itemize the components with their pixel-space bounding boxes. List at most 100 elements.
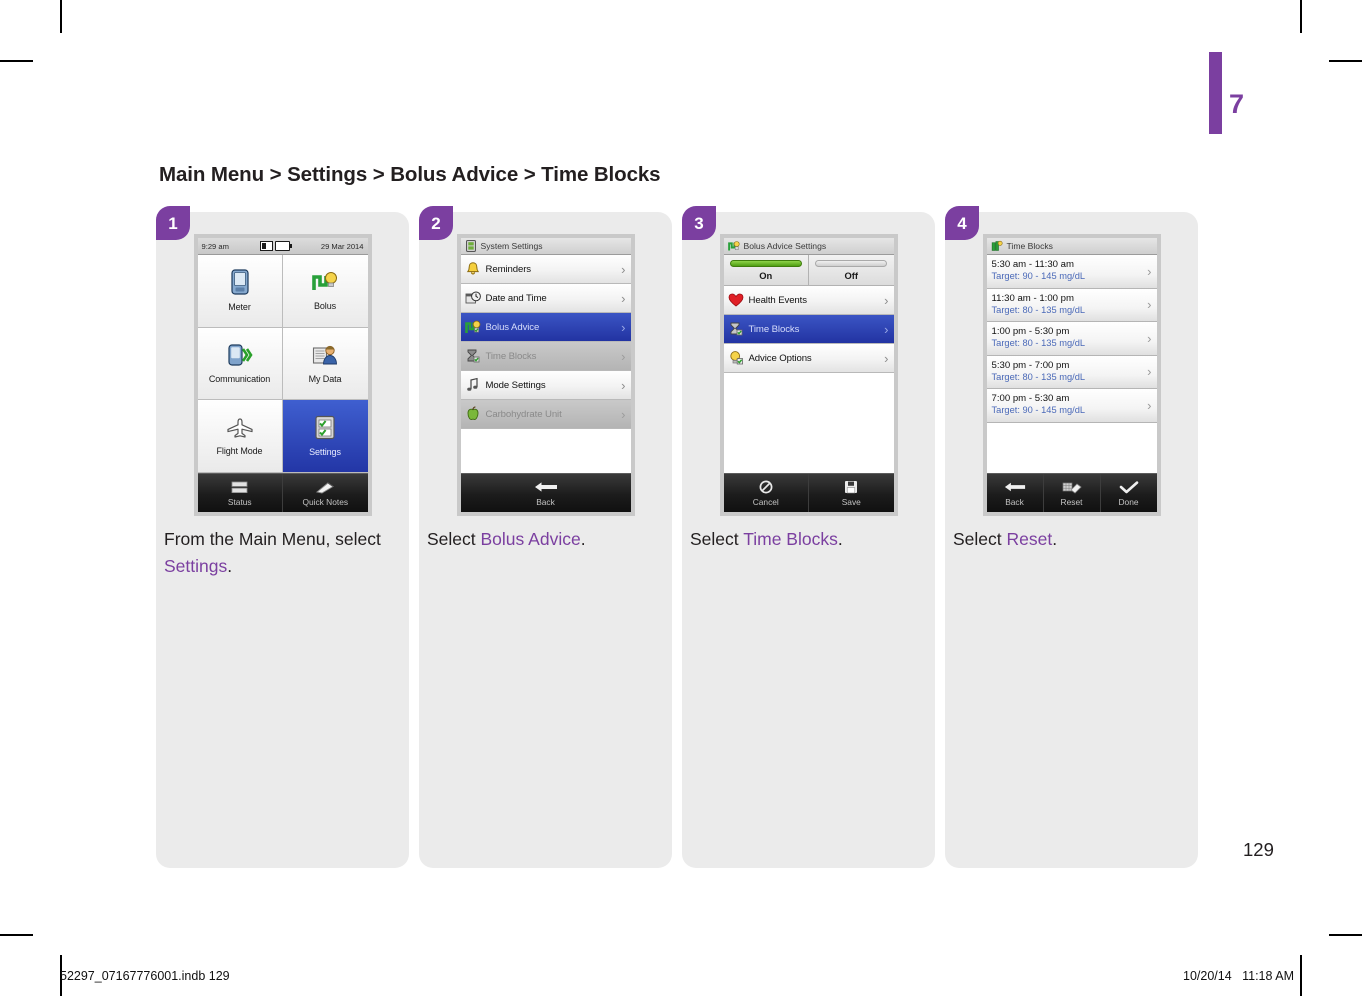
- chevron-right-icon: ›: [621, 348, 626, 364]
- caption-highlight: Bolus Advice: [480, 529, 581, 549]
- menu-tile-label: Communication: [208, 373, 271, 384]
- footer-time: 11:18 AM: [1242, 969, 1294, 983]
- caption-period: .: [837, 529, 843, 549]
- crop-mark-bottom-right-horizontal: [1329, 934, 1362, 936]
- time-block-text: 1:00 pm - 5:30 pm Target: 80 - 135 mg/dL: [992, 326, 1148, 350]
- toolbar-button-done[interactable]: Done: [1101, 474, 1157, 512]
- list-row-reminders[interactable]: Reminders ›: [460, 255, 631, 284]
- menu-tile-communication[interactable]: Communication: [197, 327, 283, 401]
- screen-header: System Settings: [460, 238, 631, 255]
- reset-eraser-icon: [1062, 480, 1082, 495]
- bell-icon: [465, 261, 481, 277]
- system-settings-icon: [465, 240, 477, 252]
- list-row-bolus-advice[interactable]: Bolus Advice ›: [460, 313, 631, 342]
- toolbar-button-status[interactable]: Status: [198, 474, 283, 512]
- toolbar-button-back[interactable]: Back: [461, 474, 631, 512]
- toolbar-button-cancel[interactable]: Cancel: [724, 474, 809, 512]
- screen-header: Bolus Advice Settings: [723, 238, 894, 255]
- menu-tile-my-data[interactable]: My Data: [282, 327, 368, 401]
- time-block-row[interactable]: 11:30 am - 1:00 pm Target: 80 - 135 mg/d…: [986, 288, 1157, 322]
- menu-tile-meter[interactable]: Meter: [197, 255, 283, 328]
- step-panel-4: 4 Time Blocks 5:30 am - 11:30 am Target:…: [945, 206, 1198, 868]
- bolus-bulb-icon: [312, 270, 338, 298]
- caption-highlight: Reset: [1006, 529, 1053, 549]
- toolbar-button-reset[interactable]: Reset: [1044, 474, 1101, 512]
- list-row-label: Mode Settings: [485, 379, 546, 391]
- time-block-row[interactable]: 5:30 pm - 7:00 pm Target: 80 - 135 mg/dL…: [986, 355, 1157, 389]
- toolbar-button-label: Done: [1118, 496, 1139, 507]
- bolus-advice-toggle: On Off: [723, 255, 894, 286]
- time-block-row[interactable]: 7:00 pm - 5:30 am Target: 90 - 145 mg/dL…: [986, 389, 1157, 423]
- list-row-time-blocks[interactable]: Time Blocks ›: [723, 315, 894, 344]
- list-row-advice-options[interactable]: Advice Options ›: [723, 344, 894, 373]
- toggle-on-indicator: [729, 259, 802, 267]
- meter-device-icon: [229, 269, 251, 299]
- step-caption-3: Select Time Blocks.: [690, 526, 925, 553]
- time-block-row[interactable]: 5:30 am - 11:30 am Target: 90 - 145 mg/d…: [986, 255, 1157, 289]
- device-screenshot-1: 9:29 am 29 Mar 2014 Meter Bolus Communic…: [193, 234, 372, 516]
- list-row-carbohydrate-unit[interactable]: Carbohydrate Unit ›: [460, 400, 631, 429]
- status-bars-icon: [231, 480, 248, 495]
- time-block-text: 11:30 am - 1:00 pm Target: 80 - 135 mg/d…: [992, 293, 1148, 317]
- time-blocks-list: 5:30 am - 11:30 am Target: 90 - 145 mg/d…: [986, 255, 1157, 473]
- time-block-row[interactable]: 1:00 pm - 5:30 pm Target: 80 - 135 mg/dL…: [986, 322, 1157, 356]
- chevron-right-icon: ›: [884, 350, 889, 366]
- chevron-right-icon: ›: [1147, 397, 1152, 413]
- status-time: 9:29 am: [201, 241, 229, 251]
- device-toolbar: Status Quick Notes: [197, 473, 368, 512]
- status-icons: [259, 241, 293, 251]
- toggle-on-label: On: [759, 269, 773, 281]
- chapter-number: 7: [1229, 89, 1244, 119]
- save-disk-icon: [844, 480, 858, 495]
- main-menu-grid: Meter Bolus Communication My Data Flight…: [197, 255, 368, 473]
- device-toolbar: Cancel Save: [723, 473, 894, 512]
- device-screenshot-4: Time Blocks 5:30 am - 11:30 am Target: 9…: [982, 234, 1161, 516]
- caption-text: Select: [427, 529, 481, 549]
- list-row-mode-settings[interactable]: Mode Settings ›: [460, 371, 631, 400]
- chevron-right-icon: ›: [884, 292, 889, 308]
- caption-period: .: [227, 555, 233, 576]
- toolbar-button-quick-notes[interactable]: Quick Notes: [283, 474, 368, 512]
- chevron-right-icon: ›: [884, 321, 889, 337]
- caption-text: Select: [690, 529, 744, 549]
- screen-header-title: System Settings: [480, 241, 543, 251]
- advice-bulb-icon: [728, 350, 744, 366]
- menu-tile-settings[interactable]: Settings: [282, 400, 368, 473]
- crop-mark-bottom-left-horizontal: [0, 934, 33, 936]
- device-status-bar: 9:29 am 29 Mar 2014: [197, 238, 368, 255]
- menu-tile-bolus[interactable]: Bolus: [282, 255, 368, 328]
- battery-icon: [274, 241, 293, 251]
- step-caption-2: Select Bolus Advice.: [427, 526, 662, 553]
- list-row-date-and-time[interactable]: Date and Time ›: [460, 284, 631, 313]
- back-arrow-icon: [534, 480, 558, 495]
- time-blocks-icon: [465, 348, 481, 364]
- toggle-option-on[interactable]: On: [724, 255, 809, 285]
- toolbar-button-label: Back: [536, 496, 555, 507]
- footer-filename: 52297_07167776001.indb 129: [60, 969, 230, 983]
- bolus-advice-icon: [727, 240, 740, 252]
- bolus-advice-icon: [464, 319, 481, 335]
- step-badge-2: 2: [419, 206, 453, 240]
- caption-highlight: Time Blocks: [743, 529, 838, 549]
- step-badge-3: 3: [682, 206, 716, 240]
- breadcrumb: Main Menu > Settings > Bolus Advice > Ti…: [159, 163, 661, 186]
- toolbar-button-back[interactable]: Back: [987, 474, 1044, 512]
- cancel-icon: [759, 480, 773, 495]
- list-row-health-events[interactable]: Health Events ›: [723, 286, 894, 315]
- toolbar-button-label: Back: [1005, 496, 1024, 507]
- step-panels: 1 9:29 am 29 Mar 2014 Meter Bolus Commun…: [156, 206, 1198, 868]
- toolbar-button-save[interactable]: Save: [809, 474, 894, 512]
- chevron-right-icon: ›: [621, 406, 626, 422]
- toggle-option-off[interactable]: Off: [809, 255, 894, 285]
- toolbar-button-label: Reset: [1060, 496, 1083, 507]
- back-arrow-icon: [1004, 480, 1026, 495]
- time-block-text: 5:30 am - 11:30 am Target: 90 - 145 mg/d…: [992, 259, 1148, 283]
- caption-highlight: Settings: [164, 555, 228, 576]
- menu-tile-flight-mode[interactable]: Flight Mode: [197, 400, 283, 473]
- list-row-time-blocks[interactable]: Time Blocks ›: [460, 342, 631, 371]
- list-row-label: Carbohydrate Unit: [485, 408, 562, 420]
- caption-period: .: [580, 529, 586, 549]
- caption-text: From the Main Menu, select: [164, 529, 381, 549]
- toggle-off-label: Off: [844, 269, 859, 281]
- bolus-advice-settings-list: Health Events › Time Blocks › Advice Opt…: [723, 286, 894, 473]
